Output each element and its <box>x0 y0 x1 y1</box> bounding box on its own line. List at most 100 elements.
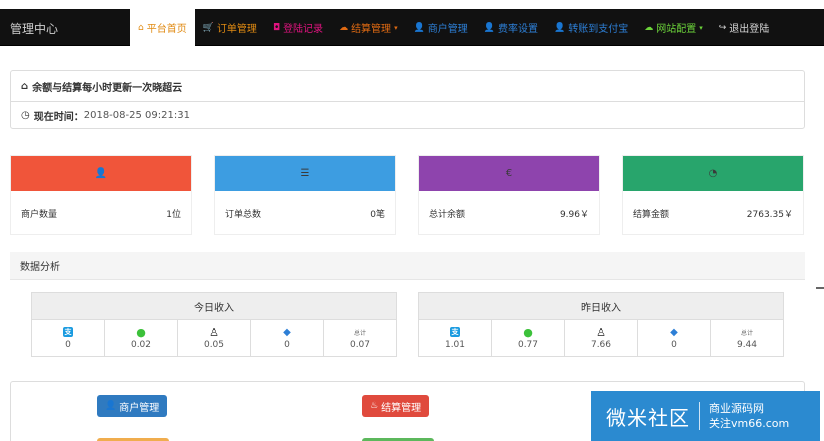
cloud-icon: ☁ <box>644 22 654 33</box>
card-body: 商户数量 1位 <box>11 191 191 236</box>
income-value: 7.66 <box>590 340 612 350</box>
top-navbar: 管理中心 ⌂ 平台首页 🛒 订单管理 ◘ 登陆记录 ☁ 结算管理 ▾ 👤 商户管… <box>0 9 824 46</box>
card-label: 订单总数 <box>225 210 262 220</box>
nav-label: 订单管理 <box>216 24 257 35</box>
income-cell-alipay: 支 0 <box>32 320 105 357</box>
income-value: 1.01 <box>444 340 466 350</box>
user-icon: 👤 <box>105 401 117 411</box>
notice-panel: ⌂ 余额与结算每小时更新一次晓超云 ◷ 现在时间： 2018-08-25 09:… <box>10 70 805 129</box>
scroll-marker <box>816 287 824 289</box>
alipay-icon: 支 <box>450 327 460 337</box>
nav-item-merchants[interactable]: 👤 商户管理 <box>406 9 476 46</box>
user-icon: 👤 <box>483 22 496 33</box>
income-cell-total: 总计 9.44 <box>711 320 784 357</box>
income-cell-qq: ♙ 7.66 <box>565 320 638 357</box>
nav-label: 商户管理 <box>427 24 468 35</box>
nav-item-site-config[interactable]: ☁ 网站配置 ▾ <box>636 9 711 46</box>
stat-card-orders: ☰ 订单总数 0笔 <box>214 155 396 235</box>
card-label: 总计余额 <box>429 210 466 220</box>
income-cell-tenpay: ◆ 0 <box>251 320 324 357</box>
user-icon: 👤 <box>554 22 566 33</box>
qq-icon: ♙ <box>596 325 606 339</box>
income-value: 9.44 <box>736 340 758 350</box>
wechat-icon: ● <box>136 325 146 339</box>
card-value: 2763.35￥ <box>746 210 793 220</box>
nav-item-orders[interactable]: 🛒 订单管理 <box>195 9 265 46</box>
income-value: 0.07 <box>349 340 371 350</box>
card-value: 9.96￥ <box>559 210 589 220</box>
income-cell-total: 总计 0.07 <box>324 320 397 357</box>
watermark-side: 商业源码网 关注vm66.com <box>709 401 789 431</box>
income-cell-qq: ♙ 0.05 <box>178 320 251 357</box>
alipay-icon: 支 <box>63 327 73 337</box>
chevron-down-icon: ▾ <box>394 23 398 32</box>
notice-message: 余额与结算每小时更新一次晓超云 <box>32 82 183 94</box>
notice-time-row: ◷ 现在时间： 2018-08-25 09:21:31 <box>11 102 804 129</box>
fire-icon: ♨ <box>370 401 379 411</box>
time-value: 2018-08-25 09:21:31 <box>83 110 190 121</box>
nav-item-settlement[interactable]: ☁ 结算管理 ▾ <box>331 9 406 46</box>
card-header: € <box>419 156 599 191</box>
nav-item-home[interactable]: ⌂ 平台首页 <box>130 9 195 46</box>
income-value: 0.02 <box>130 340 152 350</box>
watermark-line1: 商业源码网 <box>709 402 764 415</box>
nav-item-login-records[interactable]: ◘ 登陆记录 <box>265 9 331 46</box>
card-body: 订单总数 0笔 <box>215 191 395 236</box>
income-value: 0.77 <box>517 340 539 350</box>
nav-label: 网站配置 <box>656 24 697 35</box>
euro-icon: € <box>505 168 513 179</box>
wechat-icon: ● <box>523 325 533 339</box>
brand-title[interactable]: 管理中心 <box>10 20 58 37</box>
nav-item-rate-settings[interactable]: 👤 费率设置 <box>476 9 546 46</box>
card-header: 👤 <box>11 156 191 191</box>
income-cell-tenpay: ◆ 0 <box>638 320 711 357</box>
cloud-icon: ☁ <box>339 22 349 33</box>
user-icon: 👤 <box>94 168 108 179</box>
card-value: 0笔 <box>370 210 385 220</box>
nav-label: 平台首页 <box>146 24 187 35</box>
merchant-manage-button[interactable]: 👤 商户管理 <box>97 395 168 417</box>
tenpay-icon: ◆ <box>670 326 678 338</box>
user-icon: 👤 <box>413 22 425 33</box>
stat-card-merchants: 👤 商户数量 1位 <box>10 155 192 235</box>
card-label: 商户数量 <box>21 210 58 220</box>
nav-label: 费率设置 <box>498 24 539 35</box>
home-icon: ⌂ <box>21 80 29 92</box>
nav-item-alipay-transfer[interactable]: 👤 转账到支付宝 <box>546 9 636 46</box>
camera-icon: ◘ <box>272 22 281 33</box>
qq-icon: ♙ <box>209 325 219 339</box>
chevron-down-icon: ▾ <box>699 23 703 32</box>
income-cell-wechat: ● 0.77 <box>492 320 565 357</box>
total-icon: 总计 <box>353 329 366 337</box>
stat-card-settled: ◔ 结算金额 2763.35￥ <box>622 155 804 235</box>
income-value: 0 <box>65 340 71 350</box>
card-body: 结算金额 2763.35￥ <box>623 191 803 236</box>
main-nav: ⌂ 平台首页 🛒 订单管理 ◘ 登陆记录 ☁ 结算管理 ▾ 👤 商户管理 👤 费… <box>130 9 777 46</box>
income-row: 支 0 ● 0.02 ♙ 0.05 ◆ 0 总计 0.07 <box>31 320 397 357</box>
clock-icon: ◷ <box>21 110 30 121</box>
watermark-line2: 关注vm66.com <box>709 417 790 430</box>
income-yesterday: 昨日收入 支 1.01 ● 0.77 ♙ 7.66 ◆ 0 总计 9.44 <box>418 292 784 357</box>
nav-item-logout[interactable]: ↪ 退出登陆 <box>711 9 778 46</box>
income-value: 0 <box>284 340 290 350</box>
stat-card-balance: € 总计余额 9.96￥ <box>418 155 600 235</box>
pie-chart-icon: ◔ <box>708 168 718 179</box>
card-header: ◔ <box>623 156 803 191</box>
button-label: 商户管理 <box>119 402 160 414</box>
income-cell-alipay: 支 1.01 <box>419 320 492 357</box>
button-label: 结算管理 <box>381 402 422 414</box>
logout-icon: ↪ <box>718 22 727 33</box>
list-icon: ☰ <box>300 168 310 179</box>
income-today: 今日收入 支 0 ● 0.02 ♙ 0.05 ◆ 0 总计 0.07 <box>31 292 397 357</box>
cart-icon: 🛒 <box>202 22 214 33</box>
nav-label: 转账到支付宝 <box>568 24 629 35</box>
home-icon: ⌂ <box>138 22 144 33</box>
section-data-analysis: 数据分析 <box>10 252 805 280</box>
watermark-main: 微米社区 <box>606 405 690 430</box>
income-cell-wechat: ● 0.02 <box>105 320 178 357</box>
settlement-manage-button[interactable]: ♨ 结算管理 <box>362 395 430 417</box>
income-value: 0.05 <box>203 340 225 350</box>
watermark-divider <box>699 402 700 430</box>
total-icon: 总计 <box>740 329 753 337</box>
tenpay-icon: ◆ <box>283 326 291 338</box>
